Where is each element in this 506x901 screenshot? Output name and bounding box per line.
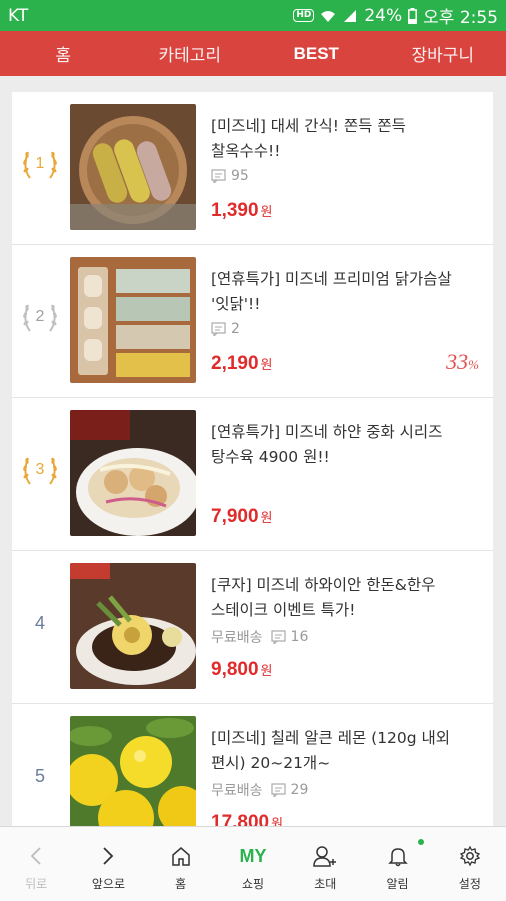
product-price: 2,190원 (211, 353, 273, 375)
forward-label: 앞으로 (92, 875, 125, 892)
alerts-button[interactable]: 알림 (361, 827, 433, 901)
price-unit: 원 (261, 358, 273, 373)
product-thumbnail[interactable] (70, 257, 196, 383)
product-price: 7,900원 (211, 506, 273, 528)
top-nav: 홈 카테고리 BEST 장바구니 (0, 31, 506, 76)
tab-best[interactable]: BEST (253, 44, 380, 64)
back-label: 뒤로 (25, 875, 47, 892)
price-value: 9,800 (211, 659, 259, 680)
battery-percent: 24% (364, 6, 402, 26)
gear-icon (459, 845, 481, 867)
comment-count-value: 29 (291, 782, 309, 798)
home-icon (170, 845, 192, 867)
status-bar: KT HD 24% 오후 2:55 (0, 0, 506, 31)
comment-count-value: 2 (231, 321, 240, 337)
product-meta: 무료배송 29 (211, 780, 308, 800)
rank-badge: 5 (18, 754, 62, 798)
comment-count: 29 (271, 782, 309, 798)
price-unit: 원 (261, 664, 273, 679)
my-icon: MY (239, 846, 266, 867)
product-price: 17,800원 (211, 812, 283, 826)
price-value: 1,390 (211, 200, 259, 221)
discount-value: 33 (446, 349, 468, 374)
battery-icon (408, 8, 417, 24)
product-thumbnail[interactable] (70, 410, 196, 536)
rank-number: 5 (35, 766, 45, 787)
price-unit: 원 (261, 205, 273, 220)
tab-home[interactable]: 홈 (0, 41, 127, 66)
price-unit: 원 (271, 817, 283, 826)
free-shipping-label: 무료배송 (211, 627, 263, 647)
settings-button[interactable]: 설정 (434, 827, 506, 901)
chevron-right-icon (101, 845, 115, 867)
notification-dot (418, 839, 424, 845)
best-product-list: 1 [미즈네] 대세 간식! 쫀득 쫀득 찰옥수수!! 95 1,390원 (12, 92, 493, 826)
product-thumbnail[interactable] (70, 563, 196, 689)
rank-badge-gold: 1 (18, 142, 62, 186)
discount-rate: 33% (446, 349, 479, 375)
product-item[interactable]: 2 [연휴특가] 미즈네 프리미엄 닭가슴살 '잇닭'!! 2 2,190원 (12, 245, 493, 398)
product-item[interactable]: 5 [미즈네] 칠레 알큰 레몬 (120g 내외 편시) 20~21개~ 무료… (12, 704, 493, 826)
product-title[interactable]: [미즈네] 칠레 알큰 레몬 (120g 내외 편시) 20~21개~ (211, 726, 479, 776)
product-item[interactable]: 4 [쿠자] 미즈네 하와이안 한돈&한우 스테이크 이벤트 특가! 무료배송 … (12, 551, 493, 704)
discount-unit: % (468, 357, 479, 372)
rank-badge-silver: 2 (18, 295, 62, 339)
wifi-icon (320, 8, 336, 24)
tab-cart[interactable]: 장바구니 (380, 41, 506, 66)
forward-button[interactable]: 앞으로 (72, 827, 144, 901)
rank-badge-bronze: 3 (18, 448, 62, 492)
hd-badge: HD (293, 9, 314, 22)
comment-count: 16 (271, 629, 309, 645)
home-button[interactable]: 홈 (145, 827, 217, 901)
comment-icon (271, 630, 286, 644)
product-title[interactable]: [연휴특가] 미즈네 프리미엄 닭가슴살 '잇닭'!! (211, 267, 479, 317)
status-icons: HD 24% 오후 2:55 (293, 3, 498, 28)
product-item[interactable]: 3 [연휴특가] 미즈네 하얀 중화 시리즈 탕수육 4900 원!! 7,90… (12, 398, 493, 551)
clock: 오후 2:55 (423, 3, 498, 28)
comment-count: 2 (211, 321, 240, 337)
rank-number: 1 (36, 155, 45, 173)
comment-count: 95 (211, 168, 249, 184)
rank-number: 2 (36, 308, 45, 326)
product-title[interactable]: [연휴특가] 미즈네 하얀 중화 시리즈 탕수육 4900 원!! (211, 420, 479, 470)
comment-icon (211, 322, 226, 336)
carrier-label: KT (8, 6, 28, 26)
product-title[interactable]: [쿠자] 미즈네 하와이안 한돈&한우 스테이크 이벤트 특가! (211, 573, 479, 623)
rank-number: 4 (35, 613, 45, 634)
invite-button[interactable]: 초대 (289, 827, 361, 901)
free-shipping-label: 무료배송 (211, 780, 263, 800)
comment-icon (211, 169, 226, 183)
rank-number: 3 (36, 461, 45, 479)
comment-count-value: 16 (291, 629, 309, 645)
price-value: 17,800 (211, 812, 269, 826)
chevron-left-icon (29, 845, 43, 867)
product-price: 9,800원 (211, 659, 273, 681)
back-button[interactable]: 뒤로 (0, 827, 72, 901)
comment-count-value: 95 (231, 168, 249, 184)
rank-badge: 4 (18, 601, 62, 645)
product-title[interactable]: [미즈네] 대세 간식! 쫀득 쫀득 찰옥수수!! (211, 114, 479, 164)
product-price: 1,390원 (211, 200, 273, 222)
bell-icon (387, 845, 409, 867)
price-value: 7,900 (211, 506, 259, 527)
product-meta: 무료배송 16 (211, 627, 308, 647)
product-thumbnail[interactable] (70, 716, 196, 826)
home-label: 홈 (175, 875, 186, 892)
alerts-label: 알림 (387, 875, 409, 892)
product-meta: 95 (211, 168, 249, 184)
tab-category[interactable]: 카테고리 (127, 41, 254, 66)
product-meta: 2 (211, 321, 240, 337)
price-unit: 원 (261, 511, 273, 526)
signal-icon (342, 8, 358, 24)
add-user-icon (312, 845, 338, 867)
product-item[interactable]: 1 [미즈네] 대세 간식! 쫀득 쫀득 찰옥수수!! 95 1,390원 (12, 92, 493, 245)
comment-icon (271, 783, 286, 797)
price-value: 2,190 (211, 353, 259, 374)
invite-label: 초대 (314, 875, 336, 892)
settings-label: 설정 (459, 875, 481, 892)
product-thumbnail[interactable] (70, 104, 196, 230)
shopping-label: 쇼핑 (242, 875, 264, 892)
my-shopping-button[interactable]: MY 쇼핑 (217, 827, 289, 901)
bottom-toolbar: 뒤로 앞으로 홈 MY 쇼핑 초대 알림 설정 (0, 826, 506, 901)
